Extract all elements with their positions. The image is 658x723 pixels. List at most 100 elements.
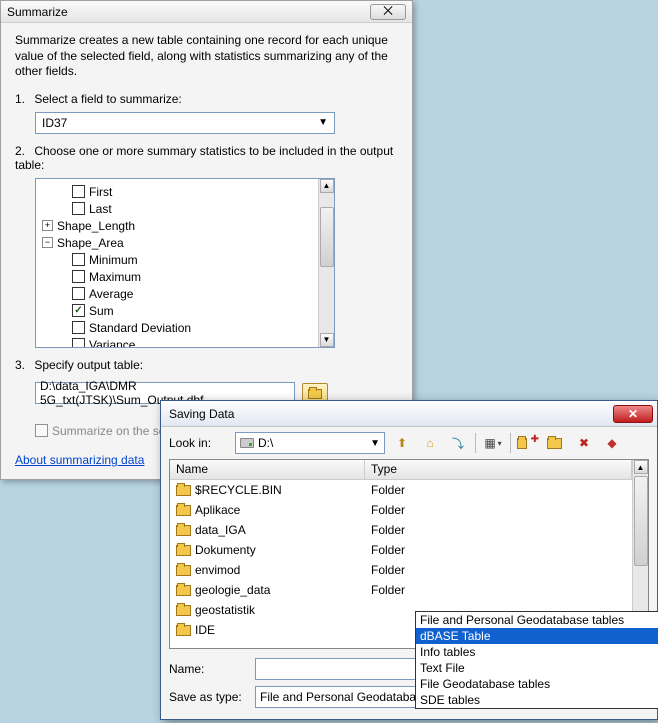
file-row[interactable]: envimodFolder [170,560,632,580]
delete-icon: ✖ [579,436,589,450]
file-row[interactable]: $RECYCLE.BINFolder [170,480,632,500]
saving-toolbar: Look in: D:\ ▼ ⬆ ⌂ ⤵ ▦▾ ✚ ✖ ◆ [161,427,657,459]
save-type-option[interactable]: File and Personal Geodatabase tables [416,612,658,628]
file-type: Folder [371,543,632,557]
file-type: Folder [371,503,632,517]
chevron-down-icon: ▼ [370,438,380,449]
file-type: Folder [371,523,632,537]
folder-icon [176,625,191,636]
collapse-icon[interactable]: − [42,237,53,248]
tree-item-minimum[interactable]: Minimum [42,252,312,268]
toolbar-separator [475,433,476,453]
checkbox-checked-icon[interactable] [72,304,85,317]
tree-item-shape-area[interactable]: −Shape_Area [42,235,312,251]
statistics-tree[interactable]: First Last +Shape_Length −Shape_Area Min… [35,178,335,348]
file-row[interactable]: data_IGA Folder [170,520,632,540]
folder-icon [176,545,191,556]
file-name: Aplikace [195,503,240,517]
expand-icon[interactable]: + [42,220,53,231]
checkbox-icon[interactable] [72,185,85,198]
summarize-description: Summarize creates a new table containing… [15,33,398,80]
new-folder-button[interactable]: ✚ [517,432,539,454]
save-type-option[interactable]: Text File [416,660,658,676]
file-name: geostatistik [195,603,255,617]
tree-item-shape-length[interactable]: +Shape_Length [42,218,312,234]
checkbox-icon[interactable] [72,270,85,283]
field-to-summarize-select[interactable]: ID37 ▼ [35,112,335,134]
file-type: Folder [371,563,632,577]
summarize-close-button[interactable]: ⨉ [370,4,406,20]
folder-icon [176,585,191,596]
save-type-option[interactable]: Info tables [416,644,658,660]
step2-label: Choose one or more summary statistics to… [15,144,393,172]
folder-open-icon [308,389,322,399]
tree-item-maximum[interactable]: Maximum [42,269,312,285]
open-folder-button[interactable] [545,432,567,454]
home-button[interactable]: ⌂ [419,432,441,454]
saving-close-button[interactable]: ✕ [613,405,653,423]
step3-number: 3. [15,358,31,372]
column-header-type[interactable]: Type [365,460,632,479]
about-summarizing-link[interactable]: About summarizing data [15,453,144,467]
folder-icon [176,565,191,576]
tree-item-last[interactable]: Last [42,201,312,217]
scroll-thumb[interactable] [634,476,648,566]
tree-item-first[interactable]: First [42,184,312,200]
folder-icon [176,525,191,536]
save-type-option[interactable]: dBASE Table [416,628,658,644]
scroll-down-icon[interactable]: ▼ [320,333,334,347]
checkbox-icon[interactable] [72,321,85,334]
file-list-header: Name Type [170,460,632,480]
tree-item-sum[interactable]: Sum [42,303,312,319]
tools-button[interactable]: ◆ [601,432,623,454]
scroll-up-icon[interactable]: ▲ [320,179,334,193]
saving-data-dialog: Saving Data ✕ Look in: D:\ ▼ ⬆ ⌂ ⤵ ▦▾ ✚ … [160,400,658,720]
file-row[interactable]: geologie_dataFolder [170,580,632,600]
folder-icon [517,438,527,449]
delete-button[interactable]: ✖ [573,432,595,454]
look-in-label: Look in: [169,436,229,450]
folder-icon [547,438,562,449]
up-one-level-button[interactable]: ⬆ [391,432,413,454]
scroll-thumb[interactable] [320,207,334,267]
drive-icon [240,438,254,448]
save-type-option[interactable]: SDE tables [416,692,658,708]
connect-folder-button[interactable]: ⤵ [447,432,469,454]
file-name: data_IGA [195,523,246,537]
folder-icon [176,505,191,516]
checkbox-icon[interactable] [72,202,85,215]
step1-label: Select a field to summarize: [34,92,181,106]
column-header-name[interactable]: Name [170,460,365,479]
tree-item-variance[interactable]: Variance [42,337,312,347]
checkbox-icon[interactable] [72,287,85,300]
summarize-selected-label: Summarize on the se [52,424,165,438]
file-name: IDE [195,623,215,637]
checkbox-disabled-icon [35,424,48,437]
save-as-type-dropdown[interactable]: File and Personal Geodatabase tablesdBAS… [415,611,658,709]
folder-icon [176,485,191,496]
connect-icon: ⤵ [452,435,464,452]
scroll-up-icon[interactable]: ▲ [634,460,648,474]
close-icon: ⨉ [383,4,393,19]
view-list-button[interactable]: ▦▾ [482,432,504,454]
file-row[interactable]: Aplikace Folder [170,500,632,520]
toolbar-separator [510,433,511,453]
file-name: geologie_data [195,583,270,597]
tree-item-average[interactable]: Average [42,286,312,302]
save-type-option[interactable]: File Geodatabase tables [416,676,658,692]
checkbox-icon[interactable] [72,338,85,347]
tree-item-stddev[interactable]: Standard Deviation [42,320,312,336]
look-in-select[interactable]: D:\ ▼ [235,432,385,454]
folder-icon [176,605,191,616]
step3-label: Specify output table: [34,358,143,372]
plus-icon: ✚ [531,434,539,445]
file-name: $RECYCLE.BIN [195,483,282,497]
file-row[interactable]: DokumentyFolder [170,540,632,560]
checkbox-icon[interactable] [72,253,85,266]
close-icon: ✕ [628,407,638,421]
chevron-down-icon: ▾ [498,439,502,448]
tools-icon: ◆ [607,436,616,450]
summarize-titlebar[interactable]: Summarize ⨉ [1,1,412,23]
saving-titlebar[interactable]: Saving Data ✕ [161,401,657,427]
stats-scrollbar[interactable]: ▲ ▼ [318,179,334,347]
